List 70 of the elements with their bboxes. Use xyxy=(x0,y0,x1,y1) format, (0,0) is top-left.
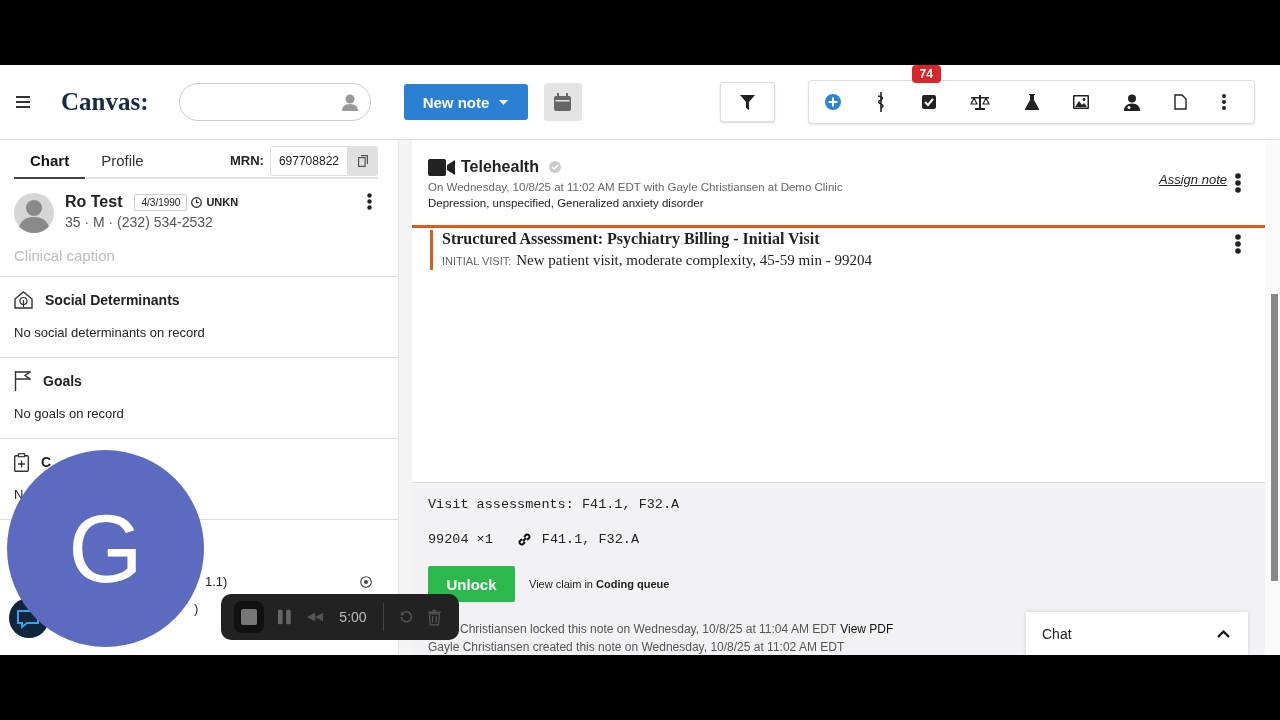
filter-button[interactable] xyxy=(719,82,775,122)
caret-icon xyxy=(499,99,509,105)
restart-icon[interactable] xyxy=(399,610,413,624)
image-icon[interactable] xyxy=(1073,95,1089,109)
note-diagnoses: Depression, unspecified, Generalized anxiety disorder xyxy=(428,197,705,209)
scrollbar-thumb[interactable] xyxy=(1271,294,1278,581)
section-title: Goals xyxy=(43,373,82,389)
check-circle-icon xyxy=(548,161,561,173)
section-title: C xyxy=(41,454,52,470)
clock-icon xyxy=(191,196,203,208)
filter-icon xyxy=(739,94,755,110)
note-meta: On Wednesday, 10/8/25 at 11:02 AM EDT with Gayle Christiansen at Demo Clinic xyxy=(428,181,844,193)
mrn-label: MRN: xyxy=(230,153,264,168)
view-pdf-link[interactable]: View PDF xyxy=(840,622,894,636)
more-icon[interactable] xyxy=(1235,172,1241,193)
flag-icon xyxy=(14,371,31,391)
timezone: UNKN xyxy=(206,196,239,208)
scale-icon[interactable] xyxy=(970,94,990,110)
field-value: New patient visit, moderate complexity, 45-59 min - 99204 xyxy=(516,252,872,269)
command-title: Structured Assessment: Psychiatry Billing - Initial Visit xyxy=(442,230,821,248)
timer: 5:00 xyxy=(339,609,367,625)
more-icon[interactable] xyxy=(1221,94,1226,110)
billing-code: 99204 ×1 xyxy=(428,532,493,547)
birth-date: 4/3/1990 xyxy=(134,193,188,211)
list-item: 1.1) xyxy=(205,574,228,589)
pause-icon[interactable] xyxy=(278,609,291,625)
target-icon[interactable] xyxy=(360,575,372,588)
section-text: No social determinants on record xyxy=(14,325,206,340)
copy-icon xyxy=(358,154,368,167)
copy-button[interactable] xyxy=(348,145,378,176)
avatar-icon xyxy=(14,193,54,233)
tab[interactable]: Profile xyxy=(85,144,160,179)
checkbox-icon[interactable] xyxy=(921,95,936,109)
section-text: No goals on record xyxy=(14,406,125,421)
flask-icon[interactable] xyxy=(1024,94,1039,110)
patient-name: Ro Test xyxy=(65,193,123,211)
more-icon[interactable] xyxy=(367,193,372,210)
notification-badge: 74 xyxy=(911,65,941,83)
chat-title: Chat xyxy=(1042,626,1072,642)
chevron-up-icon[interactable] xyxy=(1217,630,1230,638)
clipboard-icon xyxy=(14,452,29,472)
tab[interactable]: Chart xyxy=(14,144,86,179)
logo: Canvas: xyxy=(61,88,149,116)
house-icon xyxy=(14,291,33,309)
chat-panel[interactable]: Chat xyxy=(1026,612,1248,655)
calendar-button[interactable] xyxy=(543,83,582,121)
note-type: Telehealth xyxy=(461,158,539,176)
new-note-button[interactable]: New note xyxy=(403,84,528,120)
calendar-icon xyxy=(554,93,571,111)
video-camera-icon xyxy=(428,158,455,176)
section-title: Social Determinants xyxy=(45,292,180,308)
list-item: ) xyxy=(193,601,200,616)
field-label: INITIAL VISIT: xyxy=(442,255,512,267)
patient-details: 35 · M · (232) 534-2532 xyxy=(65,214,214,230)
menu-icon[interactable] xyxy=(16,96,30,108)
section-text: N xyxy=(14,487,25,502)
visit-assessments: Visit assessments: F41.1, F32.A xyxy=(428,497,681,512)
link-icon xyxy=(516,532,532,547)
lock-info: Christiansen locked this note on Wednesday, 10/8/25 at 11:04 AM EDT xyxy=(460,622,837,636)
stop-icon xyxy=(241,609,258,625)
created-info: Gayle Christiansen created this note on Wednesday, 10/8/25 at 11:02 AM EDT xyxy=(428,640,845,654)
more-icon[interactable] xyxy=(1235,234,1241,254)
mrn-value: 697708822 xyxy=(269,145,348,176)
stop-button[interactable] xyxy=(234,601,265,633)
claim-link[interactable]: View claim in Coding queue xyxy=(529,578,670,590)
linked-assessments: F41.1, F32.A xyxy=(541,532,640,547)
assign-note-link[interactable]: Assign note xyxy=(1159,172,1227,187)
add-icon[interactable] xyxy=(824,94,841,110)
person-icon xyxy=(341,93,358,111)
document-icon[interactable] xyxy=(1174,94,1187,110)
